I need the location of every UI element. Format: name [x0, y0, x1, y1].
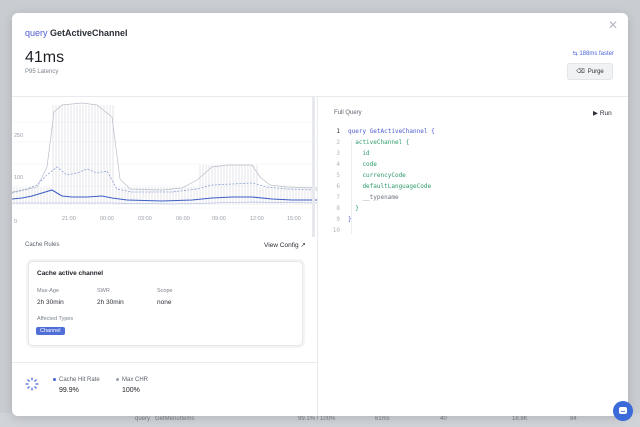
- faster-text: 188ms faster: [579, 51, 614, 57]
- code-line: 8 }: [336, 205, 359, 212]
- bg-query-name: GetMenuItems: [155, 416, 195, 422]
- x-tick-label: 00:00: [100, 216, 114, 222]
- max-age-label: Max-Age: [37, 288, 60, 294]
- bg-hit: 99.1% / 100%: [298, 416, 336, 422]
- bg-size: 18.8K: [512, 416, 528, 422]
- code-line: 4 code: [336, 161, 377, 168]
- max-age-value: 2h 30min: [37, 299, 64, 306]
- bg-requests: 40: [440, 416, 447, 422]
- modal-title: query GetActiveChannel: [25, 28, 128, 38]
- view-config-link[interactable]: View Config ↗: [264, 241, 306, 249]
- external-link-icon: ↗: [300, 242, 306, 249]
- panel-divider: [317, 96, 318, 416]
- faster-indicator: ⇆ 188ms faster: [573, 50, 614, 57]
- scope-label: Scope: [157, 288, 173, 294]
- chart-scrollbar: [312, 97, 315, 237]
- max-chr-label: Max CHR: [116, 377, 148, 383]
- x-tick-label: 06:00: [176, 216, 190, 222]
- bg-query-keyword: query: [135, 416, 151, 422]
- query-editor[interactable]: 1 query GetActiveChannel { 2 activeChanne…: [330, 126, 435, 236]
- y-tick-label: 0: [14, 219, 17, 225]
- x-tick-label: 09:00: [212, 216, 226, 222]
- y-tick-labels: 250 100 0: [14, 133, 23, 225]
- stats-divider: [12, 362, 317, 363]
- swr-label: SWR: [97, 288, 110, 294]
- affected-types-label: Affected Types: [37, 316, 74, 322]
- scope-value: none: [157, 299, 172, 306]
- close-icon[interactable]: ✕: [607, 19, 619, 31]
- y-tick-label: 100: [14, 175, 23, 181]
- full-query-label: Full Query: [334, 110, 362, 116]
- hit-rate-dot: [53, 377, 56, 381]
- speed-icon: ⇆: [572, 51, 578, 57]
- max-chr-value: 100%: [122, 387, 140, 394]
- bg-latency: 61ms: [375, 416, 390, 422]
- series-baseline: [12, 201, 317, 205]
- latency-chart: 250 100 0 21:00 00:00 03:00 06:00 09:00 …: [12, 97, 317, 237]
- cache-hit-rate-label: Cache Hit Rate: [53, 377, 100, 383]
- query-detail-modal: ✕ query GetActiveChannel 41ms P95 Latenc…: [12, 13, 628, 416]
- run-button[interactable]: ▶ Run: [593, 109, 612, 117]
- x-tick-label: 21:00: [62, 216, 76, 222]
- cache-hit-rate-value: 99.9%: [59, 387, 79, 394]
- cache-rule-title: Cache active channel: [37, 270, 104, 277]
- code-line: 3 id: [336, 150, 370, 157]
- code-line: 9}: [336, 216, 352, 223]
- view-config-label: View Config: [264, 242, 299, 249]
- type-badge[interactable]: Channel: [36, 327, 65, 335]
- code-line: 1 query GetActiveChannel {: [336, 128, 435, 135]
- code-line: 2 activeChannel {: [336, 139, 410, 146]
- title-name: GetActiveChannel: [50, 28, 128, 38]
- x-tick-label: 12:00: [250, 216, 264, 222]
- max-chr-dot: [116, 377, 119, 381]
- code-line: 5 currencyCode: [336, 172, 406, 179]
- chat-icon: [619, 407, 627, 414]
- code-line: 7 __typename: [336, 194, 399, 201]
- cache-rule-card[interactable]: Cache active channel Max-Age 2h 30min SW…: [28, 261, 303, 346]
- chat-launcher-button[interactable]: [613, 401, 633, 421]
- swr-value: 2h 30min: [97, 299, 124, 306]
- x-tick-label: 03:00: [138, 216, 152, 222]
- code-line: 10: [332, 227, 340, 234]
- purge-label: Purge: [587, 68, 604, 75]
- run-label: Run: [599, 110, 612, 117]
- series-upper: [12, 102, 317, 193]
- x-tick-labels: 21:00 00:00 03:00 06:00 09:00 12:00 15:0…: [62, 216, 301, 222]
- title-keyword: query: [25, 28, 48, 38]
- y-tick-label: 250: [14, 133, 23, 139]
- latency-label: P95 Latency: [25, 69, 59, 75]
- purge-button[interactable]: ⌫ Purge: [567, 63, 613, 80]
- chart-grid: [12, 121, 317, 209]
- x-tick-label: 15:00: [287, 216, 301, 222]
- cache-hit-ring-icon: [25, 377, 39, 391]
- series-p95: [12, 166, 317, 194]
- play-icon: ▶: [593, 110, 598, 117]
- code-line: 6 defaultLanguageCode: [336, 183, 432, 190]
- cache-rules-label: Cache Rules: [25, 242, 60, 248]
- bg-count: 84: [570, 416, 577, 422]
- latency-value: 41ms: [25, 49, 65, 66]
- purge-icon: ⌫: [576, 69, 585, 75]
